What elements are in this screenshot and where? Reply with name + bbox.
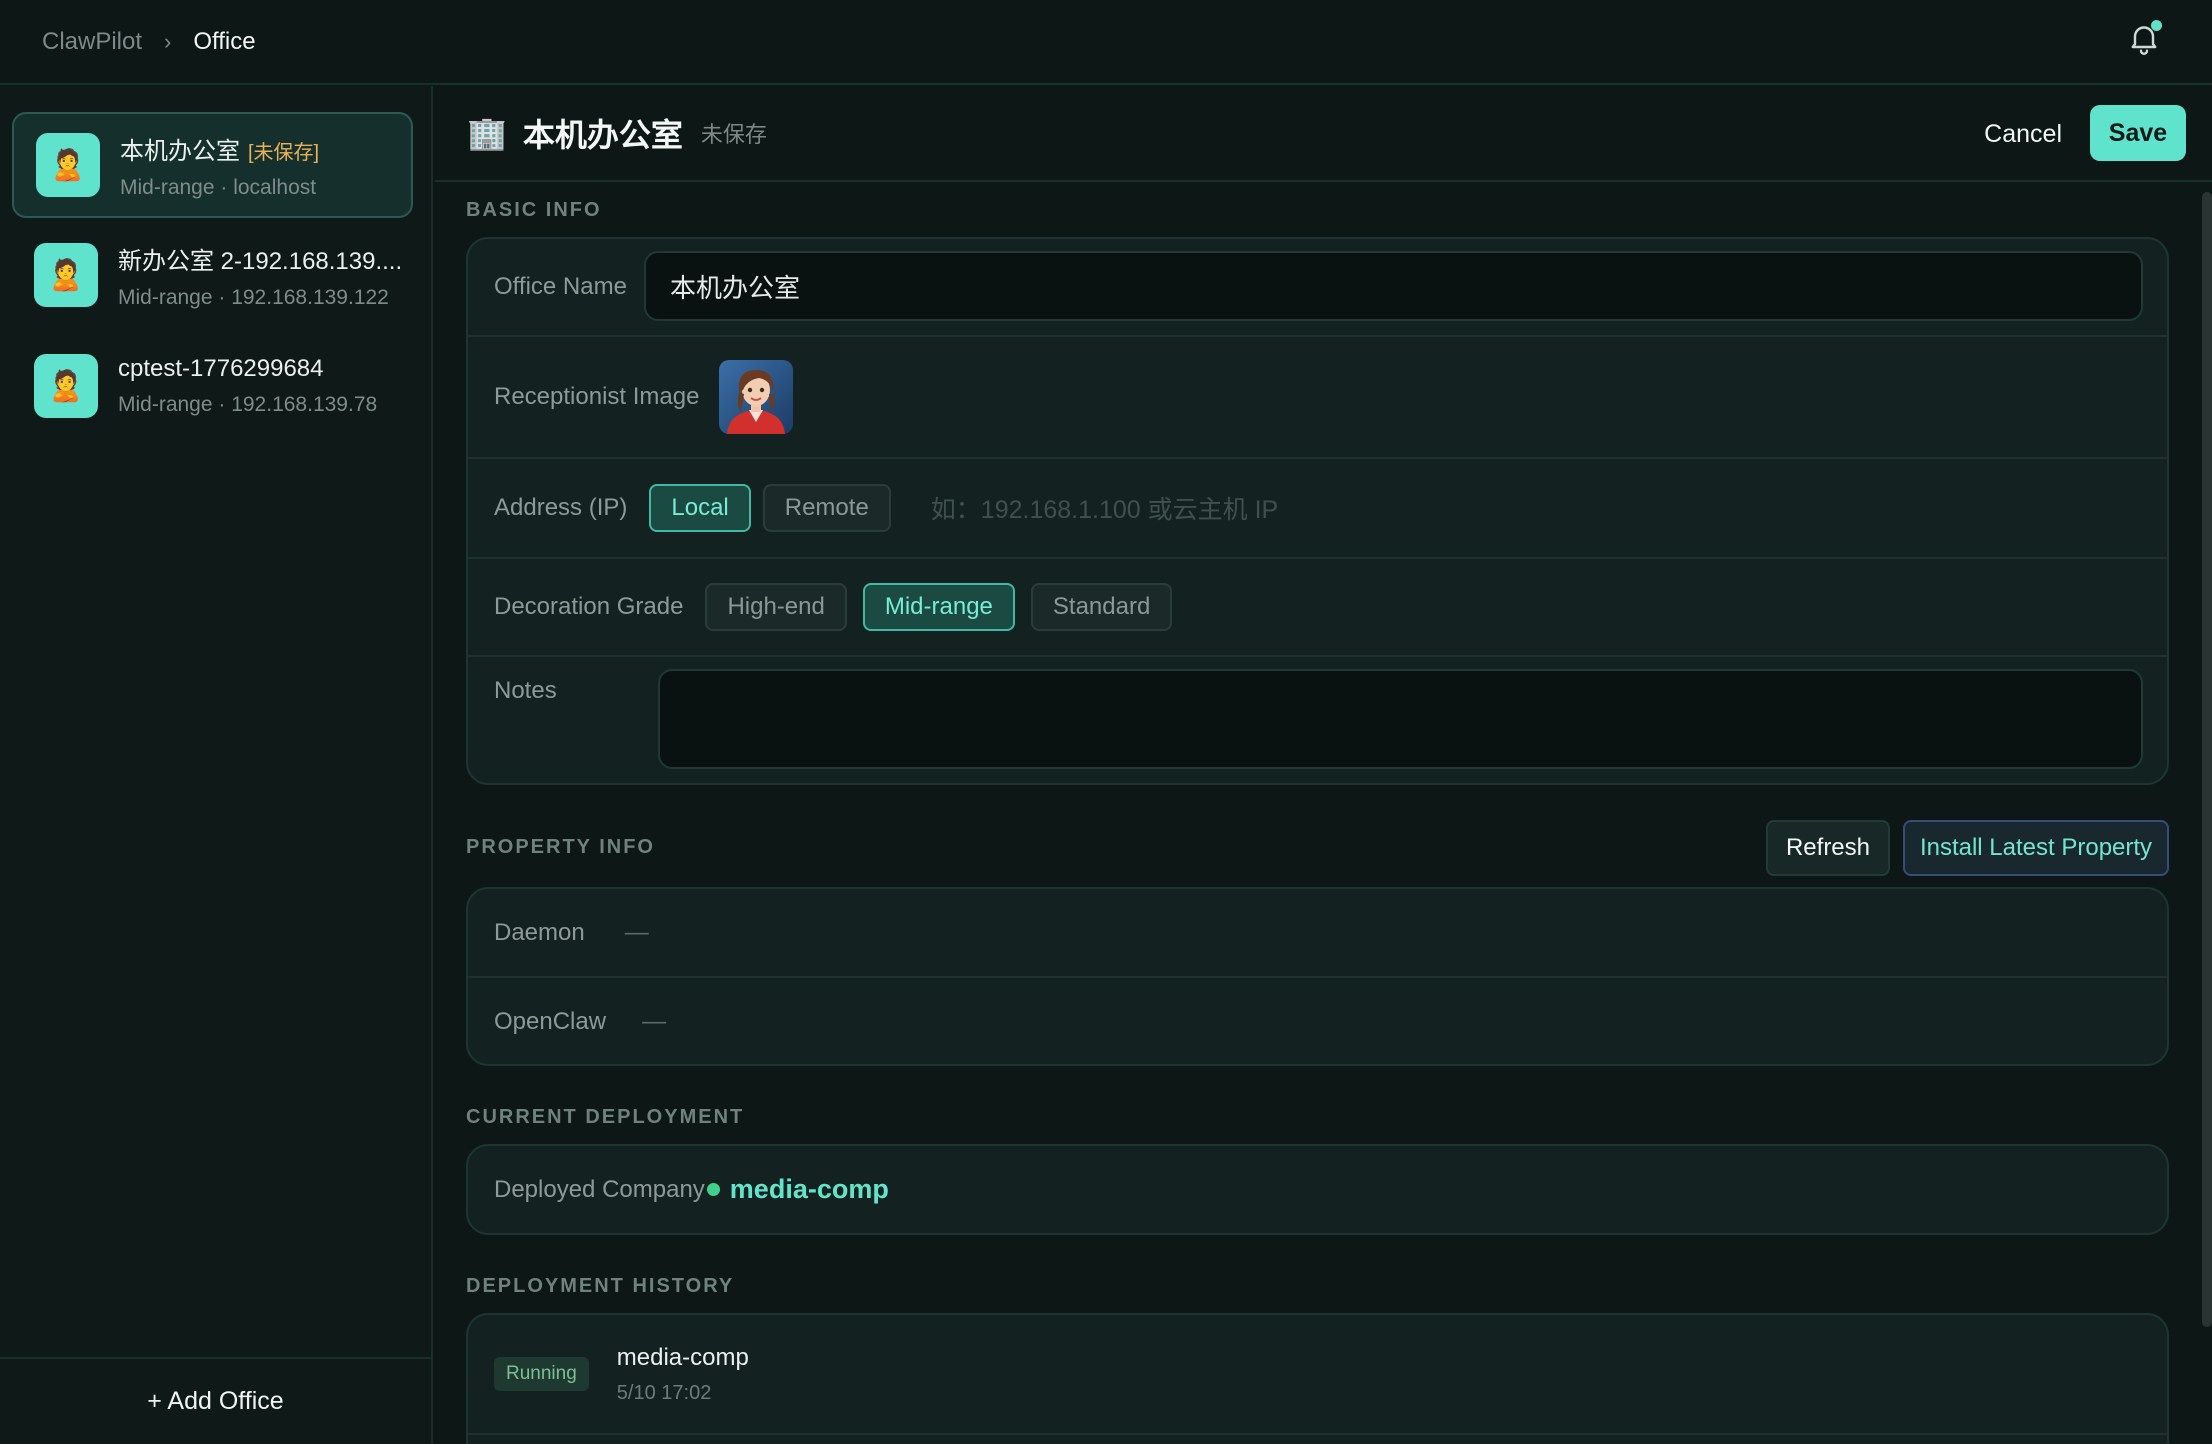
- office-sidebar: 🙎 本机办公室 [未保存] Mid-range · localhost 🙎 新办公…: [0, 86, 433, 1444]
- office-header: 🏢 本机办公室 未保存 Cancel Save: [435, 86, 2212, 182]
- grade-option-standard[interactable]: Standard: [1030, 583, 1173, 631]
- add-office-button[interactable]: + Add Office: [0, 1357, 431, 1444]
- address-row: Address (IP) Local Remote 如：192.168.1.10…: [468, 459, 2167, 559]
- address-label: Address (IP): [494, 494, 628, 521]
- office-name: cptest-1776299684: [118, 355, 324, 382]
- receptionist-image[interactable]: [719, 360, 794, 434]
- office-subtitle: Mid-range · 192.168.139.122: [118, 285, 389, 309]
- office-avatar: 🙎: [34, 354, 98, 418]
- save-button[interactable]: Save: [2090, 105, 2186, 161]
- status-badge: Running: [494, 1357, 589, 1391]
- breadcrumb-current: Office: [193, 27, 256, 55]
- office-subtitle: Mid-range · localhost: [120, 175, 317, 199]
- top-bar: ClawPilot › Office: [0, 0, 2212, 85]
- decoration-grade-label: Decoration Grade: [494, 593, 684, 620]
- install-property-button[interactable]: Install Latest Property: [1903, 820, 2169, 876]
- current-deployment-heading: CURRENT DEPLOYMENT: [466, 1106, 745, 1128]
- property-row-openclaw: OpenClaw —: [468, 978, 2167, 1066]
- property-info-card: Daemon — OpenClaw —: [466, 887, 2169, 1066]
- status-dot-icon: [706, 1183, 720, 1196]
- office-name-input[interactable]: 本机办公室: [644, 251, 2143, 321]
- property-row-daemon: Daemon —: [468, 889, 2167, 978]
- grade-option-high-end[interactable]: High-end: [705, 583, 847, 631]
- deployed-company-label: Deployed Company: [494, 1175, 705, 1203]
- notes-label: Notes: [494, 677, 557, 704]
- history-item[interactable]: Running media-comp 5/10 17:02: [468, 1315, 2167, 1435]
- page-title: 本机办公室: [522, 117, 683, 153]
- decoration-grade-row: Decoration Grade High-end Mid-range Stan…: [468, 559, 2167, 657]
- deployment-history-card: Running media-comp 5/10 17:02: [466, 1313, 2169, 1444]
- breadcrumb-chevron-icon: ›: [164, 28, 172, 54]
- basic-info-heading: BASIC INFO: [466, 199, 602, 221]
- address-option-local[interactable]: Local: [649, 484, 751, 532]
- openclaw-label: OpenClaw: [494, 1008, 607, 1035]
- office-avatar: 🙎: [34, 243, 98, 307]
- office-list-item[interactable]: 🙎 cptest-1776299684 Mid-range · 192.168.…: [12, 333, 413, 439]
- receptionist-label: Receptionist Image: [494, 383, 700, 410]
- property-info-heading: PROPERTY INFO: [466, 836, 655, 858]
- main-scrollbar[interactable]: [2202, 192, 2212, 1327]
- office-list-item[interactable]: 🙎 本机办公室 [未保存] Mid-range · localhost: [12, 112, 413, 218]
- office-list-item[interactable]: 🙎 新办公室 2-192.168.139.... Mid-range · 192…: [12, 222, 413, 328]
- notes-textarea[interactable]: [658, 669, 2143, 769]
- address-option-remote[interactable]: Remote: [762, 484, 891, 532]
- notes-row: Notes: [468, 657, 2167, 785]
- refresh-button[interactable]: Refresh: [1766, 820, 1890, 876]
- save-status: 未保存: [700, 122, 767, 147]
- building-icon: 🏢: [467, 115, 507, 151]
- ip-address-input[interactable]: 如：192.168.1.100 或云主机 IP: [931, 490, 1278, 526]
- daemon-label: Daemon: [494, 918, 585, 946]
- history-timestamp: 5/10 17:02: [616, 1381, 712, 1404]
- notification-bell-icon[interactable]: [2126, 20, 2162, 56]
- openclaw-value: —: [642, 1008, 667, 1035]
- deployment-history-heading: DEPLOYMENT HISTORY: [466, 1275, 735, 1297]
- breadcrumb-root[interactable]: ClawPilot: [42, 28, 142, 56]
- deployed-company-row: Deployed Company media-comp: [468, 1146, 2167, 1233]
- daemon-value: —: [624, 918, 649, 946]
- basic-info-card: Office Name 本机办公室 Receptionist Image Add…: [466, 237, 2169, 785]
- office-name: 新办公室 2-192.168.139....: [118, 247, 403, 275]
- office-avatar: 🙎: [36, 133, 100, 197]
- office-name: 本机办公室: [120, 137, 240, 165]
- unsaved-tag: [未保存]: [248, 141, 320, 164]
- office-name-label: Office Name: [494, 273, 627, 300]
- grade-option-mid-range[interactable]: Mid-range: [862, 583, 1015, 631]
- office-subtitle: Mid-range · 192.168.139.78: [118, 393, 378, 416]
- cancel-button[interactable]: Cancel: [1984, 110, 2062, 158]
- office-name-row: Office Name 本机办公室: [468, 239, 2167, 337]
- deployed-company-link[interactable]: media-comp: [730, 1174, 889, 1205]
- history-company-name: media-comp: [616, 1343, 749, 1371]
- current-deployment-card: Deployed Company media-comp: [466, 1144, 2169, 1235]
- receptionist-row: Receptionist Image: [468, 337, 2167, 459]
- notification-badge: [2151, 20, 2162, 31]
